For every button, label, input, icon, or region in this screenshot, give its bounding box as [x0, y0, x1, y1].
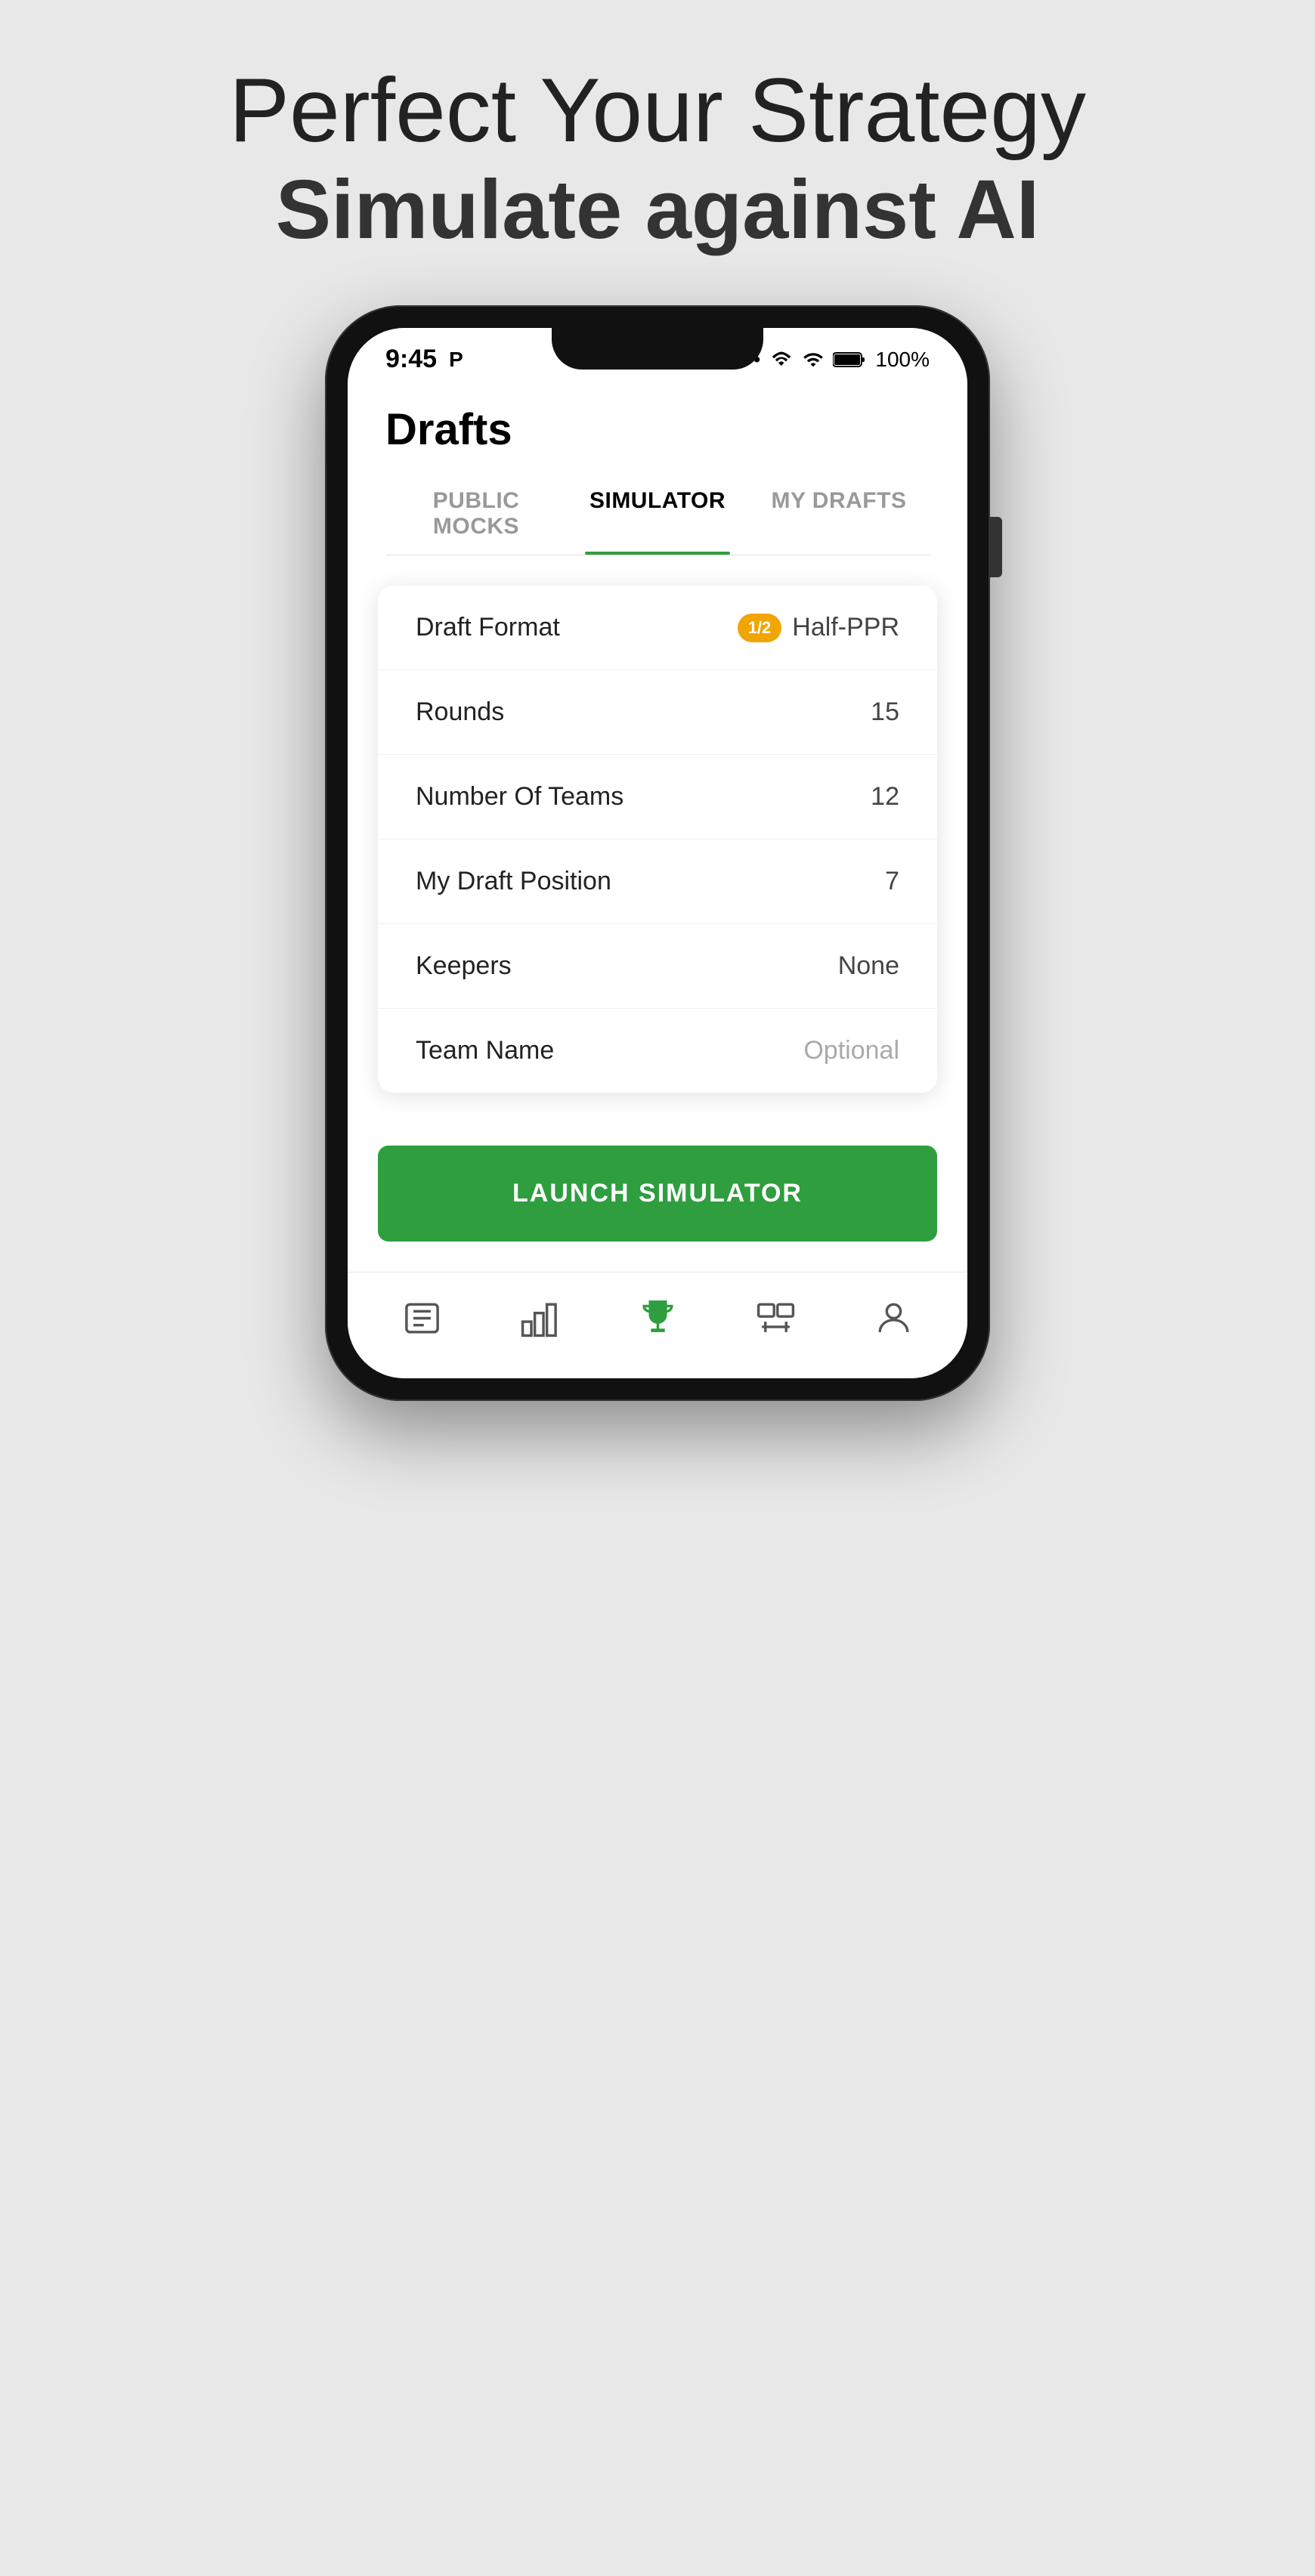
- phone-screen: 9:45 P • 100%: [348, 328, 967, 1378]
- draft-format-value: 1/2 Half-PPR: [738, 613, 899, 642]
- app-status-icon: P: [449, 348, 463, 372]
- rounds-value: 15: [871, 697, 899, 727]
- battery-percent: 100%: [875, 348, 930, 372]
- trade-icon: [749, 1295, 802, 1341]
- nav-item-drafts[interactable]: [631, 1295, 684, 1341]
- battery-icon: [833, 349, 866, 370]
- tab-public-mocks[interactable]: PUBLIC MOCKS: [385, 470, 567, 555]
- number-of-teams-row[interactable]: Number Of Teams 12: [378, 755, 937, 840]
- team-name-row[interactable]: Team Name Optional: [378, 1009, 937, 1093]
- phone-frame: 9:45 P • 100%: [325, 305, 990, 1401]
- app-header: Drafts PUBLIC MOCKS SIMULATOR MY DRAFTS: [348, 382, 967, 555]
- status-time: 9:45: [385, 345, 437, 374]
- bottom-nav: [348, 1272, 967, 1378]
- notch: [552, 328, 763, 370]
- number-of-teams-value: 12: [871, 782, 899, 812]
- tab-my-drafts[interactable]: MY DRAFTS: [748, 470, 930, 555]
- side-button: [990, 517, 1002, 577]
- nav-item-news[interactable]: [395, 1295, 448, 1341]
- rankings-icon: [513, 1295, 566, 1341]
- status-icons: • 100%: [753, 348, 930, 372]
- my-draft-position-value: 7: [885, 867, 899, 896]
- hero-subtitle: Simulate against AI: [229, 160, 1086, 260]
- newspaper-icon: [395, 1295, 448, 1341]
- wifi-icon: [769, 349, 794, 370]
- my-draft-position-row[interactable]: My Draft Position 7: [378, 840, 937, 924]
- phone-mockup: 9:45 P • 100%: [325, 305, 990, 1401]
- half-ppr-badge: 1/2: [738, 614, 782, 642]
- keepers-value: None: [838, 951, 899, 981]
- launch-simulator-button[interactable]: LAUNCH SIMULATOR: [378, 1146, 937, 1242]
- nav-item-rankings[interactable]: [513, 1295, 566, 1341]
- rounds-row[interactable]: Rounds 15: [378, 670, 937, 755]
- tab-simulator[interactable]: SIMULATOR: [567, 470, 748, 555]
- simulator-card: Draft Format 1/2 Half-PPR Rounds 15 Numb…: [378, 586, 937, 1093]
- app-title: Drafts: [385, 404, 930, 470]
- my-draft-position-label: My Draft Position: [416, 867, 611, 896]
- signal-icon: [803, 349, 824, 370]
- team-name-label: Team Name: [416, 1036, 554, 1065]
- rounds-label: Rounds: [416, 697, 504, 727]
- tabs-bar: PUBLIC MOCKS SIMULATOR MY DRAFTS: [385, 470, 930, 555]
- hero-title: Perfect Your Strategy: [229, 60, 1086, 160]
- keepers-label: Keepers: [416, 951, 512, 981]
- nav-item-trade[interactable]: [749, 1295, 802, 1341]
- hero-section: Perfect Your Strategy Simulate against A…: [229, 0, 1086, 305]
- profile-icon: [867, 1295, 920, 1341]
- trophy-icon: [631, 1295, 684, 1341]
- nav-item-profile[interactable]: [867, 1295, 920, 1341]
- team-name-value: Optional: [803, 1036, 899, 1065]
- number-of-teams-label: Number Of Teams: [416, 782, 623, 812]
- draft-format-row[interactable]: Draft Format 1/2 Half-PPR: [378, 586, 937, 670]
- draft-format-label: Draft Format: [416, 613, 560, 642]
- keepers-row[interactable]: Keepers None: [378, 924, 937, 1009]
